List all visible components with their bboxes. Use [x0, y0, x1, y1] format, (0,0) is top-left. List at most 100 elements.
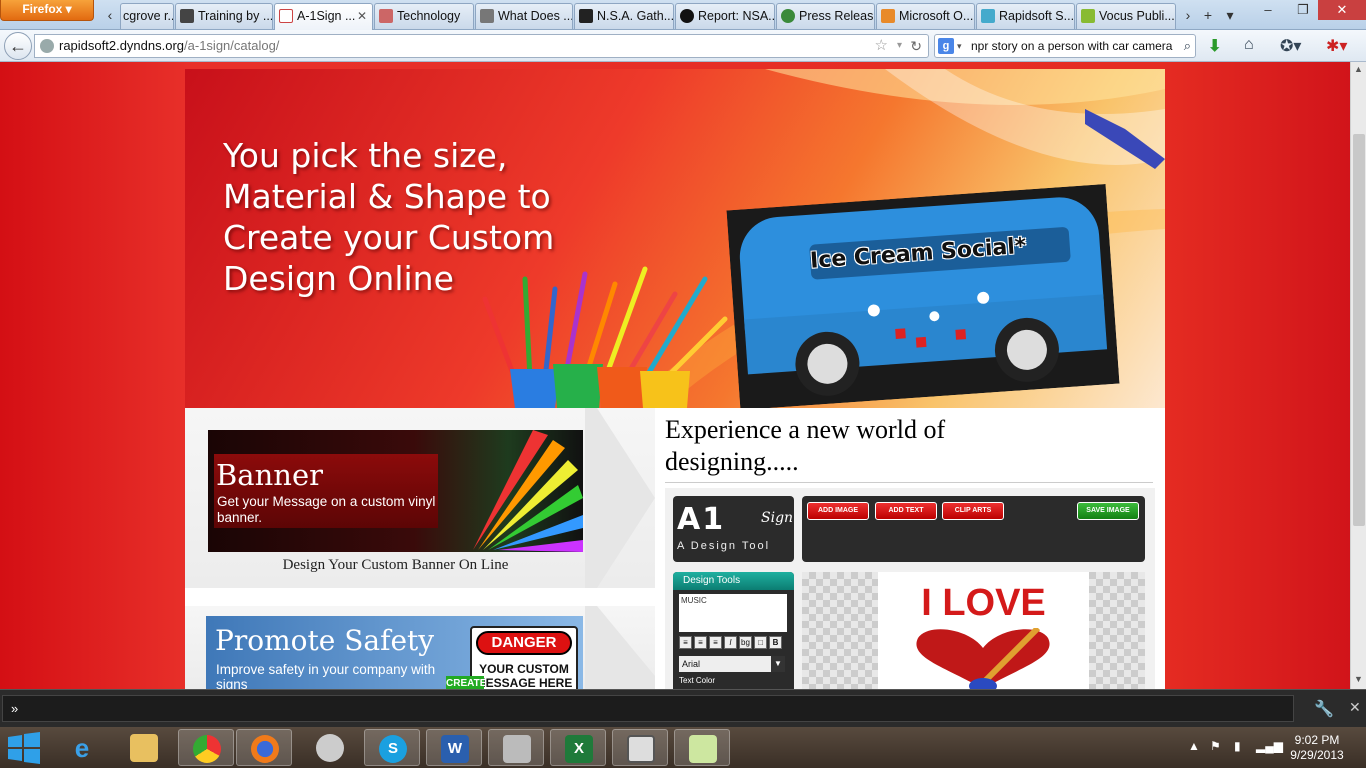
- minimize-icon[interactable]: –: [1248, 0, 1288, 20]
- search-engine-dropdown-icon[interactable]: ▾: [957, 35, 962, 57]
- design-tools-panel: Design Tools MUSIC ≡ ≡ ≡ I bg □ B Arial ▼…: [673, 572, 794, 689]
- bookmark-star-icon[interactable]: ☆: [875, 35, 888, 57]
- close-icon[interactable]: ✕: [1349, 699, 1361, 716]
- scroll-up-icon[interactable]: ▲: [1354, 64, 1363, 74]
- bookmarks-icon[interactable]: ✪▾: [1280, 36, 1301, 56]
- canvas-artboard: I LOVE: [878, 572, 1089, 689]
- tab-10[interactable]: Rapidsoft S...: [976, 3, 1075, 29]
- clock[interactable]: 9:02 PM 9/29/2013: [1282, 733, 1352, 763]
- taskbar-scanner[interactable]: [488, 729, 544, 766]
- scroll-down-icon[interactable]: ▼: [1354, 674, 1363, 684]
- divider: [665, 482, 1153, 483]
- safety-title: Promote Safety: [215, 624, 435, 657]
- clip-arts-button[interactable]: CLIP ARTS: [942, 502, 1004, 520]
- tab-label: Technology: [397, 9, 461, 23]
- align-center-button[interactable]: ≡: [694, 636, 707, 649]
- add-image-button[interactable]: ADD IMAGE: [807, 502, 869, 520]
- taskbar-excel[interactable]: X: [550, 729, 606, 766]
- history-dropdown-icon[interactable]: ▾: [897, 35, 902, 57]
- downloads-icon[interactable]: ⬇: [1208, 36, 1221, 56]
- command-input[interactable]: »: [2, 695, 1294, 722]
- wsj-icon: [480, 9, 494, 23]
- create-button[interactable]: CREATE: [446, 676, 486, 689]
- align-right-button[interactable]: ≡: [709, 636, 722, 649]
- design-text-input[interactable]: MUSIC: [679, 594, 787, 632]
- site-identity-icon[interactable]: [40, 39, 54, 53]
- add-text-button[interactable]: ADD TEXT: [875, 502, 937, 520]
- tab-6[interactable]: N.S.A. Gath...: [574, 3, 674, 29]
- banner-caption-link[interactable]: Design Your Custom Banner On Line: [208, 557, 583, 574]
- action-center-icon[interactable]: ⚑: [1210, 739, 1221, 753]
- tab-7[interactable]: Report: NSA...: [675, 3, 775, 29]
- reload-icon[interactable]: ↻: [910, 35, 922, 57]
- list-tabs-icon[interactable]: ▾: [1220, 4, 1240, 26]
- network-icon[interactable]: ▂▄▆: [1256, 739, 1283, 753]
- taskbar-word[interactable]: W: [426, 729, 482, 766]
- show-hidden-icons-icon[interactable]: ▲: [1188, 739, 1200, 753]
- search-input[interactable]: npr story on a person with car camera: [971, 39, 1172, 53]
- italic-button[interactable]: I: [724, 636, 737, 649]
- viewer-icon: [627, 735, 655, 763]
- font-select[interactable]: Arial ▼: [679, 656, 785, 672]
- align-left-button[interactable]: ≡: [679, 636, 692, 649]
- ice-cream-bus-image: Ice Cream Social*: [726, 183, 1120, 408]
- safety-promo-image[interactable]: Promote Safety Improve safety in your co…: [206, 616, 583, 689]
- bold-button[interactable]: B: [769, 636, 782, 649]
- firefox-menu-button[interactable]: Firefox ▾: [0, 0, 94, 21]
- battery-icon[interactable]: ▮: [1234, 739, 1241, 753]
- taskbar-paint[interactable]: [302, 729, 358, 766]
- close-window-icon[interactable]: ✕: [1318, 0, 1366, 20]
- background-button[interactable]: bg: [739, 636, 752, 649]
- taskbar-firefox[interactable]: [236, 729, 292, 766]
- taskbar-explorer[interactable]: [116, 729, 172, 766]
- tab-5[interactable]: What Does ...: [475, 3, 573, 29]
- windows-start-icon[interactable]: [6, 731, 42, 765]
- paint-icon: [316, 734, 344, 762]
- back-button[interactable]: ←: [4, 32, 32, 60]
- firefox-icon: [251, 735, 279, 763]
- tab-label: Report: NSA...: [698, 9, 775, 23]
- wrench-icon[interactable]: 🔧: [1314, 699, 1334, 719]
- design-tool-preview: A1 Sign A Design Tool ADD IMAGE ADD TEXT…: [665, 488, 1155, 689]
- canvas-text: I LOVE: [921, 582, 1046, 624]
- hero-line: You pick the size,: [223, 136, 508, 175]
- new-tab-icon[interactable]: +: [1198, 4, 1218, 26]
- tab-8[interactable]: Press Releas...: [776, 3, 875, 29]
- taskbar-viewer[interactable]: [612, 729, 668, 766]
- scroll-tabs-left-icon[interactable]: ‹: [100, 4, 120, 26]
- banner-promo-image[interactable]: Banner Get your Message on a custom viny…: [208, 430, 583, 552]
- design-canvas[interactable]: I LOVE: [802, 572, 1145, 689]
- search-bar[interactable]: g ▾ npr story on a person with car camer…: [934, 34, 1196, 58]
- notepad-icon: [689, 735, 717, 763]
- tab-11[interactable]: Vocus Publi...: [1076, 3, 1176, 29]
- tab-2[interactable]: Training by ...: [175, 3, 273, 29]
- save-image-button[interactable]: SAVE IMAGE: [1077, 502, 1139, 520]
- tab-label: Microsoft O...: [899, 9, 974, 23]
- addon-icon[interactable]: ✱▾: [1326, 36, 1347, 56]
- restore-icon[interactable]: ❐: [1288, 0, 1318, 20]
- logo-main-text: A1: [677, 502, 726, 537]
- text-color-label: Text Color: [679, 676, 716, 685]
- border-button[interactable]: □: [754, 636, 767, 649]
- home-icon[interactable]: ⌂: [1244, 36, 1254, 54]
- tab-a1sign[interactable]: A-1Sign ... ✕: [274, 3, 373, 30]
- taskbar-notepad[interactable]: [674, 729, 730, 766]
- banner-subtitle: Get your Message on a custom vinyl banne…: [217, 494, 436, 525]
- taskbar-chrome[interactable]: [178, 729, 234, 766]
- a1-sign-logo: A1 Sign A Design Tool: [673, 496, 794, 562]
- scroll-tabs-right-icon[interactable]: ›: [1178, 4, 1198, 26]
- tab-label: Vocus Publi...: [1099, 9, 1175, 23]
- google-icon[interactable]: g: [938, 38, 954, 54]
- scrollbar-thumb[interactable]: [1353, 134, 1365, 526]
- tab-4[interactable]: Technology: [374, 3, 474, 29]
- nyt-icon: [579, 9, 593, 23]
- danger-sign-graphic: DANGER YOUR CUSTOM MESSAGE HERE: [470, 626, 578, 689]
- search-icon[interactable]: ⌕: [1183, 35, 1191, 57]
- close-tab-icon[interactable]: ✕: [357, 4, 367, 28]
- page-scrollbar[interactable]: ▲ ▼: [1350, 62, 1366, 689]
- url-bar[interactable]: rapidsoft2.dyndns.org/a-1sign/catalog/ ☆…: [34, 34, 929, 58]
- taskbar-ie[interactable]: e: [54, 729, 110, 766]
- tab-9[interactable]: Microsoft O...: [876, 3, 975, 29]
- tab-1[interactable]: cgrove r...: [120, 3, 174, 29]
- taskbar-skype[interactable]: S: [364, 729, 420, 766]
